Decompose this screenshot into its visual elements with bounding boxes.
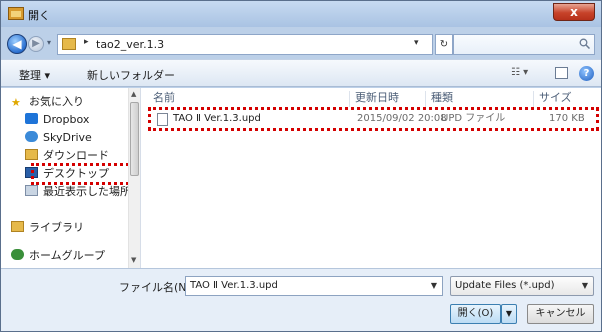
nav-item-libraries[interactable]: ライブラリ — [11, 219, 84, 237]
cloud-icon — [25, 131, 38, 142]
navigation-pane: ★ お気に入り Dropbox SkyDrive ダウンロード デスクトップ 最近… — [1, 88, 140, 268]
help-icon[interactable]: ? — [579, 66, 594, 81]
refresh-button[interactable]: ↻ — [435, 34, 453, 55]
nav-item-label: SkyDrive — [43, 131, 92, 144]
address-bar[interactable]: ▸ tao2_ver.1.3 ▾ — [57, 34, 433, 55]
column-divider[interactable] — [425, 91, 426, 107]
file-highlight-annotation — [148, 107, 599, 131]
nav-item-label: 最近表示した場所 — [43, 185, 131, 198]
nav-item-label: ホームグループ — [29, 249, 106, 262]
nav-item-homegroup[interactable]: ホームグループ — [11, 247, 105, 265]
desktop-highlight-annotation — [31, 163, 135, 185]
preview-pane-icon[interactable] — [555, 67, 568, 79]
window-title: 開く — [28, 9, 50, 22]
address-dropdown-icon[interactable]: ▾ — [414, 38, 419, 48]
chevron-down-icon[interactable]: ▼ — [431, 277, 437, 295]
filename-label: ファイル名(N): — [119, 281, 195, 294]
nav-item-label: ダウンロード — [43, 149, 109, 162]
file-list: 名前 更新日時 種類 サイズ TAO Ⅱ Ver.1.3.upd 2015/09… — [140, 88, 601, 268]
column-divider[interactable] — [349, 91, 350, 107]
folder-icon — [62, 38, 76, 50]
star-icon: ★ — [11, 96, 21, 109]
nav-item-recent-places[interactable]: 最近表示した場所 — [25, 183, 131, 201]
chevron-down-icon[interactable]: ▼ — [582, 277, 588, 295]
folder-open-icon — [8, 7, 24, 20]
file-type-filter[interactable]: Update Files (*.upd) ▼ — [450, 276, 594, 296]
open-button[interactable]: 開く(O) — [450, 304, 501, 324]
open-file-dialog: 開く x ◀ ▶ ▾ ▸ tao2_ver.1.3 ▾ ↻ 整理 ▾ 新しいフォ… — [0, 0, 602, 332]
open-options-dropdown[interactable]: ▼ — [501, 304, 517, 324]
column-divider[interactable] — [533, 91, 534, 107]
homegroup-icon — [11, 249, 24, 260]
search-input[interactable] — [453, 34, 595, 55]
breadcrumb-separator[interactable]: ▸ — [84, 37, 89, 47]
library-icon — [11, 221, 24, 232]
back-button[interactable]: ◀ — [7, 34, 27, 54]
command-bar: 整理 ▾ 新しいフォルダー ☷ ▾ ? — [1, 59, 601, 87]
title-bar: 開く x — [1, 1, 601, 27]
nav-item-label: ライブラリ — [29, 221, 84, 234]
nav-item-label: Dropbox — [43, 113, 90, 126]
recent-pages-dropdown[interactable]: ▾ — [47, 38, 51, 47]
nav-item-favorites[interactable]: ★ お気に入り — [11, 93, 84, 111]
nav-item-dropbox[interactable]: Dropbox — [25, 111, 89, 129]
bottom-panel: ファイル名(N): TAO Ⅱ Ver.1.3.upd ▼ Update Fil… — [1, 268, 601, 331]
download-folder-icon — [25, 149, 38, 160]
nav-scrollbar[interactable]: ▲ ▼ — [128, 88, 140, 268]
scroll-up-icon[interactable]: ▲ — [131, 90, 136, 98]
forward-button[interactable]: ▶ — [28, 36, 44, 52]
breadcrumb-folder[interactable]: tao2_ver.1.3 — [96, 38, 164, 51]
filename-field[interactable]: TAO Ⅱ Ver.1.3.upd ▼ — [185, 276, 443, 296]
search-icon — [579, 38, 590, 49]
nav-item-skydrive[interactable]: SkyDrive — [25, 129, 92, 147]
nav-item-label: お気に入り — [29, 95, 84, 108]
scroll-down-icon[interactable]: ▼ — [131, 256, 136, 264]
cancel-button[interactable]: キャンセル — [527, 304, 594, 324]
dropbox-icon — [25, 113, 38, 124]
change-view-button[interactable]: ☷ ▾ — [511, 67, 528, 78]
filename-value: TAO Ⅱ Ver.1.3.upd — [190, 280, 278, 291]
close-button[interactable]: x — [553, 3, 595, 21]
organize-menu-button[interactable]: 整理 ▾ — [19, 67, 50, 83]
scrollbar-thumb[interactable] — [130, 102, 139, 176]
address-row: ◀ ▶ ▾ ▸ tao2_ver.1.3 ▾ ↻ — [1, 27, 601, 59]
recent-places-icon — [25, 185, 38, 196]
filter-value: Update Files (*.upd) — [455, 280, 555, 291]
new-folder-button[interactable]: 新しいフォルダー — [87, 67, 175, 83]
